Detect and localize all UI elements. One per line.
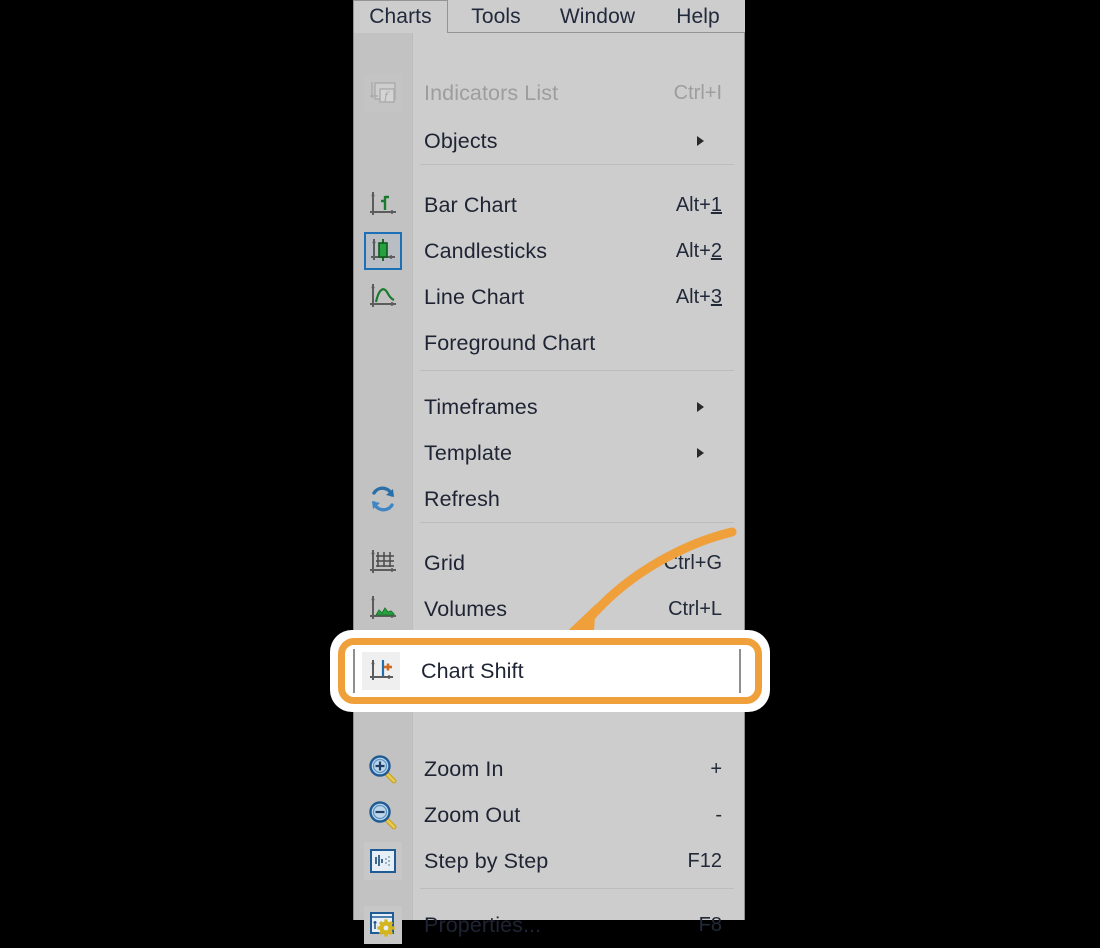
menu-item-label: Refresh	[412, 487, 744, 512]
menu-item-chart-shift[interactable]: Chart Shift	[353, 653, 747, 689]
menu-item-accelerator: F12	[688, 850, 744, 873]
menu-separator	[420, 888, 734, 889]
accelerator-key: 1	[711, 194, 722, 216]
menu-item-accelerator: Alt+1	[676, 194, 744, 217]
menu-item-accelerator: Alt+2	[676, 240, 744, 263]
menu-item-candlesticks[interactable]: Candlesticks Alt+2	[354, 228, 744, 274]
icon-cell	[354, 902, 412, 948]
icon-cell	[354, 746, 412, 792]
properties-icon-frame	[364, 906, 402, 944]
menu-item-label: Foreground Chart	[412, 331, 744, 356]
menu-item-zoom-in[interactable]: Zoom In +	[354, 746, 744, 792]
menu-item-properties[interactable]: Properties... F8	[354, 902, 744, 948]
step-by-step-icon	[368, 846, 398, 876]
icon-cell	[354, 540, 412, 586]
menu-item-foreground-chart[interactable]: Foreground Chart	[354, 320, 744, 366]
screenshot-stage: Charts Tools Window Help	[0, 0, 1100, 920]
line-chart-icon	[366, 280, 400, 314]
icon-cell	[353, 648, 409, 694]
menu-item-template[interactable]: Template	[354, 430, 744, 476]
menu-item-accelerator: Ctrl+I	[674, 82, 744, 105]
menu-item-label: Properties...	[412, 913, 699, 938]
menubar-item-help[interactable]: Help	[667, 0, 729, 33]
menubar-item-window[interactable]: Window	[545, 0, 650, 33]
menu-item-accelerator: +	[710, 758, 744, 781]
accelerator-key: 3	[711, 286, 722, 308]
menu-item-label: Zoom In	[412, 757, 710, 782]
icon-cell: f	[354, 70, 412, 116]
indicators-list-icon: f	[364, 74, 402, 112]
icon-cell	[354, 476, 412, 522]
charts-menu-dropdown: f Indicators List Ctrl+I Objects	[353, 33, 745, 920]
icon-cell	[354, 384, 412, 430]
menu-item-label: Grid	[412, 551, 664, 576]
menu-item-timeframes[interactable]: Timeframes	[354, 384, 744, 430]
menu-bar: Charts Tools Window Help	[353, 0, 745, 33]
chart-shift-highlight-annotation: Chart Shift	[330, 630, 770, 712]
menu-item-refresh[interactable]: Refresh	[354, 476, 744, 522]
menu-item-label: Timeframes	[412, 395, 697, 420]
chart-shift-icon-frame	[362, 652, 400, 690]
icon-cell	[354, 320, 412, 366]
menubar-item-tools-label: Tools	[471, 5, 521, 29]
menubar-item-help-label: Help	[676, 5, 720, 29]
icon-cell	[354, 182, 412, 228]
accelerator-key: 2	[711, 240, 722, 262]
icon-cell	[354, 228, 412, 274]
candlesticks-icon-selected-frame	[364, 232, 402, 270]
menu-separator	[420, 164, 734, 165]
chart-shift-icon	[366, 656, 396, 686]
menu-separator	[420, 522, 734, 523]
zoom-in-icon	[366, 752, 400, 786]
menu-item-grid[interactable]: Grid Ctrl+G	[354, 540, 744, 586]
refresh-icon	[366, 482, 400, 516]
menu-item-accelerator: F8	[699, 914, 744, 937]
step-by-step-icon-frame	[364, 842, 402, 880]
icon-cell	[354, 838, 412, 884]
highlight-row-left-edge	[353, 649, 355, 693]
menubar-item-charts[interactable]: Charts	[353, 0, 448, 34]
menu-item-label: Objects	[412, 129, 697, 154]
menu-item-bar-chart[interactable]: Bar Chart Alt+1	[354, 182, 744, 228]
icon-cell	[354, 430, 412, 476]
menu-item-label: Chart Shift	[409, 659, 747, 684]
menubar-item-window-label: Window	[560, 5, 635, 29]
properties-icon	[368, 910, 398, 940]
menu-item-label: Indicators List	[412, 81, 674, 106]
menu-item-label: Zoom Out	[412, 803, 715, 828]
chevron-right-icon	[697, 448, 726, 458]
menu-item-objects[interactable]: Objects	[354, 118, 744, 164]
menu-item-label: Step by Step	[412, 849, 688, 874]
icon-cell	[354, 118, 412, 164]
menu-separator	[420, 370, 734, 371]
menu-item-step-by-step[interactable]: Step by Step F12	[354, 838, 744, 884]
menubar-item-tools[interactable]: Tools	[460, 0, 532, 33]
menu-item-label: Line Chart	[412, 285, 676, 310]
zoom-out-icon	[366, 798, 400, 832]
menu-item-label: Candlesticks	[412, 239, 676, 264]
icon-cell	[354, 792, 412, 838]
menu-item-zoom-out[interactable]: Zoom Out -	[354, 792, 744, 838]
menu-item-accelerator: Alt+3	[676, 286, 744, 309]
bar-chart-icon	[366, 188, 400, 222]
menubar-item-charts-label: Charts	[369, 5, 431, 29]
menu-item-accelerator: Ctrl+L	[668, 598, 744, 621]
menu-item-label: Bar Chart	[412, 193, 676, 218]
menu-item-line-chart[interactable]: Line Chart Alt+3	[354, 274, 744, 320]
grid-icon	[366, 546, 400, 580]
menu-item-accelerator: -	[715, 804, 744, 827]
candlesticks-icon	[368, 236, 398, 266]
highlight-row-right-edge	[739, 649, 741, 693]
chevron-right-icon	[697, 136, 726, 146]
chevron-right-icon	[697, 402, 726, 412]
menu-item-accelerator: Ctrl+G	[664, 552, 744, 575]
menu-item-label: Volumes	[412, 597, 668, 622]
menu-item-indicators-list[interactable]: f Indicators List Ctrl+I	[354, 70, 744, 116]
menu-item-label: Template	[412, 441, 697, 466]
icon-cell	[354, 274, 412, 320]
